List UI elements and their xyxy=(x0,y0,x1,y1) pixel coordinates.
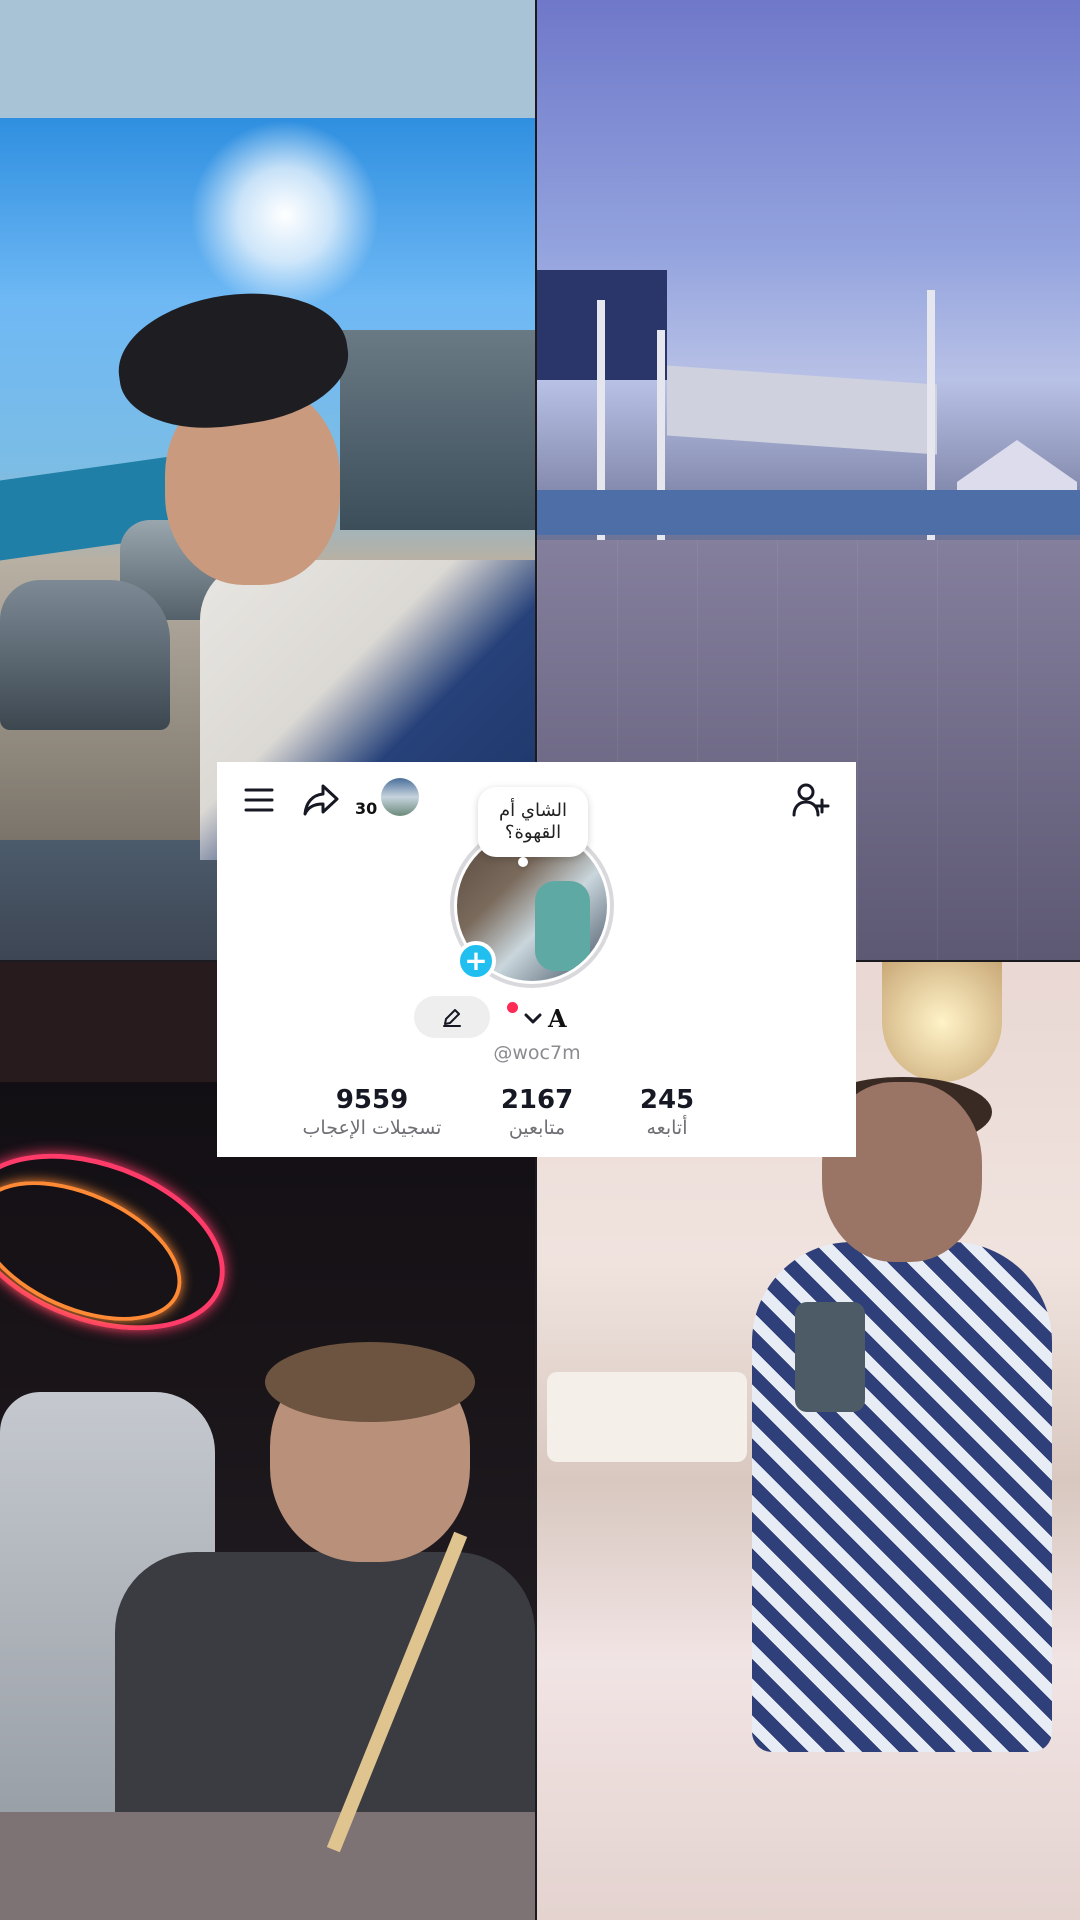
sun-glare xyxy=(190,120,380,310)
person-right xyxy=(115,1552,535,1812)
plus-icon[interactable]: + xyxy=(456,941,496,981)
building xyxy=(340,330,535,530)
chandelier xyxy=(882,962,1002,1082)
following-label: أتابعه xyxy=(646,1117,688,1139)
story-badge[interactable]: 30 xyxy=(355,778,419,822)
menu-icon[interactable] xyxy=(241,782,277,818)
edit-profile-button[interactable] xyxy=(414,996,490,1038)
car xyxy=(0,580,170,730)
likes-label: تسجيلات الإعجاب xyxy=(302,1117,442,1139)
username: @woc7m xyxy=(493,1042,581,1064)
add-user-icon[interactable] xyxy=(789,780,833,820)
stat-likes[interactable]: 9559 تسجيلات الإعجاب xyxy=(287,1084,457,1140)
pool xyxy=(537,490,1080,535)
sofa xyxy=(547,1372,747,1462)
profile-card: 30 الشاي أم القهوة؟ + A @woc7m 9559 تسجي… xyxy=(217,762,856,1157)
phone xyxy=(795,1302,865,1412)
pencil-icon xyxy=(443,1009,461,1027)
note-bubble[interactable]: الشاي أم القهوة؟ xyxy=(478,787,588,867)
avatar-figure xyxy=(535,881,590,971)
shade-sail xyxy=(667,365,937,455)
followers-label: متابعين xyxy=(508,1117,566,1139)
share-icon[interactable] xyxy=(301,780,341,820)
stat-followers[interactable]: 2167 متابعين xyxy=(482,1084,592,1140)
story-count: 30 xyxy=(355,799,378,818)
chevron-down-icon xyxy=(524,1013,542,1024)
stat-following[interactable]: 245 أتابعه xyxy=(617,1084,717,1140)
display-name-row[interactable]: A xyxy=(507,998,567,1038)
following-count: 245 xyxy=(639,1085,695,1115)
person-hair xyxy=(265,1342,475,1422)
likes-count: 9559 xyxy=(335,1085,409,1115)
followers-count: 2167 xyxy=(500,1085,574,1115)
live-dot xyxy=(507,1002,518,1013)
display-name: A xyxy=(548,1003,567,1033)
story-avatar xyxy=(381,778,419,816)
